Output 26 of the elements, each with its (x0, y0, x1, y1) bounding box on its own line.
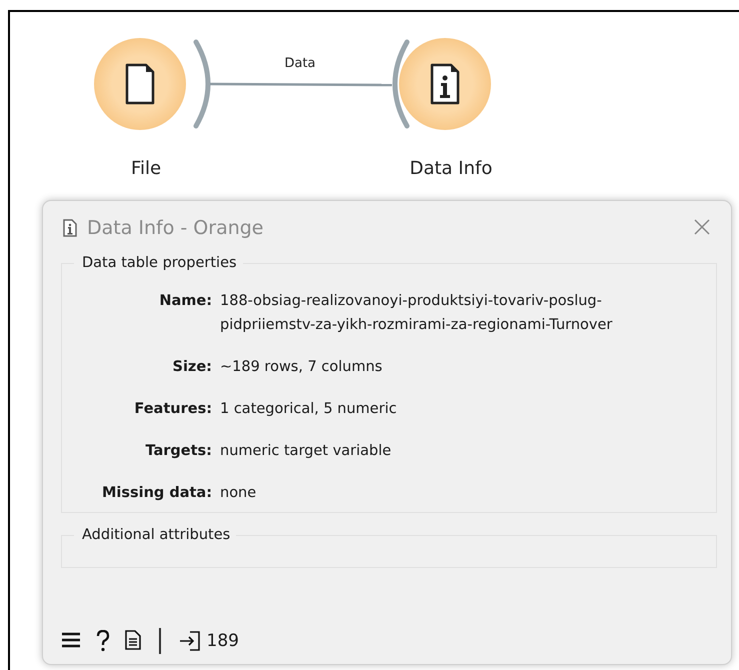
property-value: 188-obsiag-realizovanoyi-produktsiyi-tovariv-poslug- (220, 292, 603, 311)
report-icon[interactable] (125, 630, 141, 652)
property-value: 1 categorical, 5 numeric (220, 400, 398, 419)
property-label: Name: (158, 293, 212, 311)
property-value: none (220, 484, 258, 503)
info-document-icon (430, 64, 460, 104)
property-value: ~189 rows, 7 columns (220, 358, 384, 377)
node-label: File (130, 158, 162, 179)
property-value: numeric target variable (220, 442, 392, 461)
group-title: Data table properties (81, 255, 238, 271)
node-label: Data Info (410, 158, 492, 179)
property-label: Features: (133, 401, 212, 418)
property-value: pidpriiemstv-za-yikh-rozmirami-za-regionami-Turnover (220, 316, 614, 335)
help-icon[interactable] (95, 630, 111, 652)
input-icon (178, 631, 200, 651)
property-label: Targets: (144, 443, 212, 460)
property-label: Size: (172, 359, 212, 376)
link-line[interactable] (210, 82, 392, 86)
property-label: Missing data: (100, 485, 212, 502)
document-icon (126, 64, 154, 104)
group-title: Additional attributes (81, 527, 232, 543)
input-channel-arc[interactable] (392, 40, 410, 128)
window-title: Data Info - Orange (87, 217, 265, 239)
input-count: 189 (206, 631, 239, 651)
info-document-icon (63, 219, 77, 237)
link-label: Data (284, 56, 316, 71)
